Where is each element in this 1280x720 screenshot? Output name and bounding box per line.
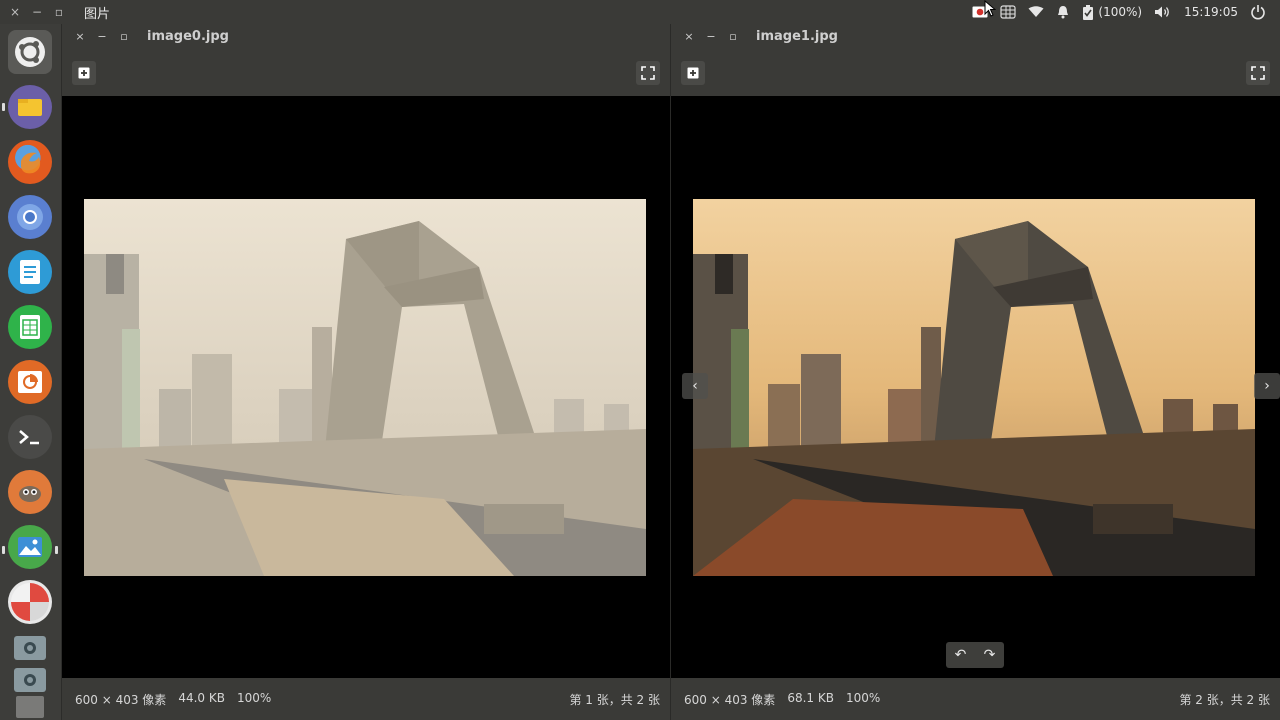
disk-usage-icon[interactable] — [8, 580, 52, 624]
close-window-button[interactable]: × — [4, 0, 26, 24]
maximize-window-button[interactable]: ▫ — [48, 0, 70, 24]
chromium-icon[interactable] — [8, 195, 52, 239]
fullscreen-button[interactable] — [1246, 61, 1270, 85]
volume-icon[interactable] — [1148, 0, 1178, 24]
close-pane-button[interactable]: × — [678, 24, 700, 48]
minimize-pane-button[interactable]: − — [700, 24, 722, 48]
fullscreen-button[interactable] — [636, 61, 660, 85]
writer-icon[interactable] — [8, 250, 52, 294]
ubuntu-dash-icon[interactable] — [8, 30, 52, 74]
image-dimensions: 600 × 403 像素 — [75, 692, 167, 707]
firefox-icon[interactable] — [8, 140, 52, 184]
focused-indicator — [55, 546, 58, 554]
close-pane-button[interactable]: × — [69, 24, 91, 48]
zoom-level: 100% — [845, 690, 881, 705]
add-button[interactable] — [72, 61, 96, 85]
image-position: 第 2 张，共 2 张 — [1179, 692, 1270, 707]
image-position: 第 1 张，共 2 张 — [569, 692, 660, 707]
calc-icon[interactable] — [8, 305, 52, 349]
pane-title: image1.jpg — [756, 28, 838, 44]
rotate-toolbar: ↶ ↷ — [946, 642, 1004, 668]
image-viewer-pane-right: × − ▫ image1.jpg ‹ › ↶ ↷ 600 × 403 像素 68… — [671, 24, 1280, 720]
running-indicator — [2, 546, 5, 554]
rotate-left-button[interactable]: ↶ — [955, 647, 967, 663]
previous-image-button[interactable]: ‹ — [682, 373, 708, 399]
displayed-photo-hazy — [84, 199, 646, 576]
app-icon-small-2[interactable] — [14, 668, 46, 692]
minimize-pane-button[interactable]: − — [91, 24, 113, 48]
minimize-window-button[interactable]: − — [26, 0, 48, 24]
app-title: 图片 — [84, 6, 111, 22]
image-viewer-pane-left: × − ▫ image0.jpg 600 × 403 像素 44.0 KB 10… — [62, 24, 670, 720]
battery-icon[interactable] — [1076, 0, 1096, 24]
pane-toolbar — [62, 48, 670, 96]
status-bar: 600 × 403 像素 44.0 KB 100% 第 1 张，共 2 张 — [62, 678, 670, 720]
clock[interactable]: 15:19:05 — [1178, 0, 1244, 24]
maximize-pane-button[interactable]: ▫ — [113, 24, 135, 48]
maximize-pane-button[interactable]: ▫ — [722, 24, 744, 48]
displayed-photo-dehazed — [693, 199, 1255, 576]
files-icon[interactable] — [8, 85, 52, 129]
image-canvas[interactable] — [62, 96, 670, 678]
running-indicator — [2, 103, 5, 111]
power-menu-icon[interactable] — [1244, 0, 1272, 24]
indicator-area: (100%) 15:19:05 — [966, 0, 1272, 24]
impress-icon[interactable] — [8, 360, 52, 404]
rotate-right-button[interactable]: ↷ — [984, 647, 996, 663]
plus-icon — [78, 67, 90, 79]
add-button[interactable] — [681, 61, 705, 85]
zoom-level: 100% — [236, 690, 272, 705]
notification-bell-icon[interactable] — [1050, 0, 1076, 24]
file-size: 68.1 KB — [787, 690, 834, 705]
mouse-cursor — [984, 0, 997, 17]
top-panel: × − ▫ 图片 (100%) 15:19:05 — [0, 0, 1280, 24]
next-image-button[interactable]: › — [1254, 373, 1280, 399]
gimp-icon[interactable] — [8, 470, 52, 514]
image-dimensions: 600 × 403 像素 — [684, 692, 776, 707]
plus-icon — [687, 67, 699, 79]
wifi-icon[interactable] — [1022, 0, 1050, 24]
pane-titlebar: × − ▫ image1.jpg — [671, 24, 1280, 48]
app-icon-small[interactable] — [14, 636, 46, 660]
keyboard-layout-icon[interactable] — [994, 0, 1022, 24]
image-canvas[interactable]: ‹ › ↶ ↷ — [671, 96, 1280, 678]
fullscreen-icon — [1251, 66, 1265, 80]
trash-icon[interactable] — [16, 696, 44, 718]
fullscreen-icon — [641, 66, 655, 80]
pane-title: image0.jpg — [147, 28, 229, 44]
pane-toolbar — [671, 48, 1280, 96]
status-bar: 600 × 403 像素 68.1 KB 100% 第 2 张，共 2 张 — [671, 678, 1280, 720]
file-size: 44.0 KB — [178, 690, 225, 705]
pane-titlebar: × − ▫ image0.jpg — [62, 24, 670, 48]
launcher-sidebar — [0, 24, 62, 720]
terminal-icon[interactable] — [8, 415, 52, 459]
battery-percentage: (100%) — [1098, 5, 1143, 19]
image-viewer-icon[interactable] — [8, 525, 52, 569]
